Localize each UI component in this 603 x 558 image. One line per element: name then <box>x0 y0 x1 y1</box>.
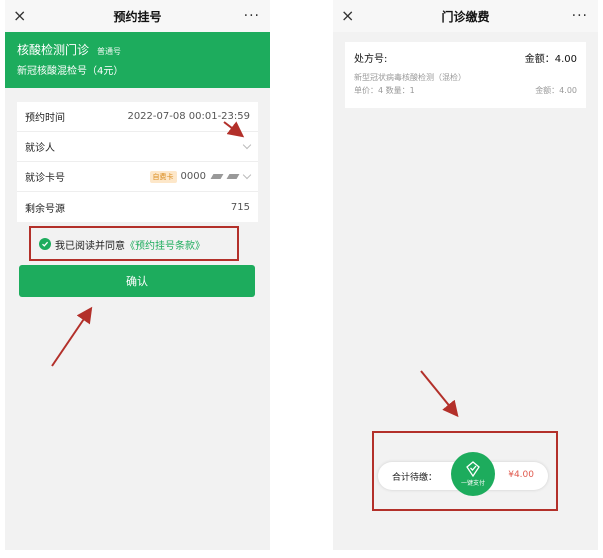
close-icon[interactable]: × <box>13 6 26 26</box>
close-icon[interactable]: × <box>341 6 354 26</box>
confirm-button[interactable]: 确认 <box>19 265 255 297</box>
page-title: 预约挂号 <box>113 9 162 24</box>
clinic-service: 新冠核酸混检号（4元） <box>17 66 124 77</box>
annotation-box-payment <box>372 431 558 511</box>
page-title: 门诊缴费 <box>441 9 490 24</box>
item-unit: 单价：4 数量：1 <box>354 86 415 95</box>
clinic-badge: 普通号 <box>97 47 122 56</box>
time-row: 预约时间 2022-07-08 00:01-23:59 <box>17 102 258 132</box>
masked-icon <box>226 174 240 179</box>
card-row[interactable]: 就诊卡号 自费卡 0000 <box>17 162 258 192</box>
chevron-down-icon[interactable] <box>242 140 252 149</box>
patient-value[interactable] <box>238 140 252 149</box>
prescription-label: 处方号: <box>354 54 388 65</box>
more-icon[interactable]: ··· <box>244 6 260 26</box>
card-number: 0000 <box>180 171 206 182</box>
booking-form: 预约时间 2022-07-08 00:01-23:59 就诊人 就诊卡号 自费卡… <box>17 102 258 222</box>
left-topbar: × 预约挂号 ··· <box>5 0 270 32</box>
item-name: 新型冠状病毒核酸检测（混检） <box>354 73 466 82</box>
card-value[interactable]: 自费卡 0000 <box>149 170 252 183</box>
prescription-card: 处方号: 金额：4.00 新型冠状病毒核酸检测（混检） 单价：4 数量：1 金额… <box>345 42 586 108</box>
clinic-header: 核酸检测门诊 普通号 新冠核酸混检号（4元） <box>5 32 270 88</box>
patient-label: 就诊人 <box>25 143 55 154</box>
time-label: 预约时间 <box>25 113 65 124</box>
more-icon[interactable]: ··· <box>572 6 588 26</box>
card-type-badge: 自费卡 <box>149 170 177 183</box>
patient-row[interactable]: 就诊人 <box>17 132 258 162</box>
time-value: 2022-07-08 00:01-23:59 <box>127 111 250 122</box>
masked-icon <box>210 174 224 179</box>
clinic-name: 核酸检测门诊 <box>17 43 90 57</box>
prescription-amount: 金额：4.00 <box>524 54 577 65</box>
chevron-down-icon[interactable] <box>242 170 252 179</box>
card-label: 就诊卡号 <box>25 173 65 184</box>
left-phone-screen: × 预约挂号 ··· 核酸检测门诊 普通号 新冠核酸混检号（4元） 预约时间 2… <box>5 0 270 550</box>
remaining-value: 715 <box>230 201 250 213</box>
item-amount: 金额：4.00 <box>535 86 577 95</box>
annotation-box-agreement <box>29 226 239 261</box>
right-topbar: × 门诊缴费 ··· <box>333 0 598 32</box>
remaining-label: 剩余号源 <box>25 203 65 215</box>
remaining-row: 剩余号源 715 <box>17 192 258 222</box>
